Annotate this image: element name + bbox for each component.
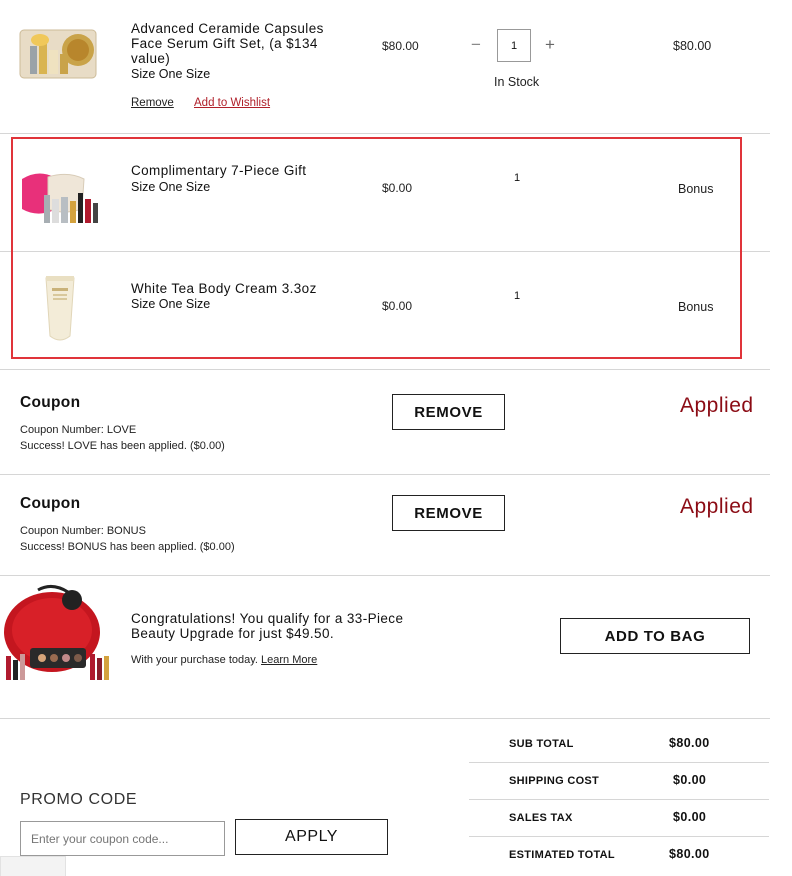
estimated-total-label: ESTIMATED TOTAL [509,849,615,861]
coupon-title: Coupon [20,394,81,411]
shipping-cost-label: SHIPPING COST [509,775,600,787]
add-to-bag-button[interactable]: ADD TO BAG [560,618,750,654]
coupon-block-love: Coupon Coupon Number: LOVE Success! LOVE… [0,370,770,474]
promo-code-label: PROMO CODE [20,791,138,808]
apply-promo-button[interactable]: APPLY [235,819,388,855]
coupon-block-bonus: Coupon Coupon Number: BONUS Success! BON… [0,475,770,575]
promo-code-input[interactable] [20,821,225,856]
summary-divider [469,762,769,763]
sales-tax-label: SALES TAX [509,812,573,824]
bonus-items-highlight [11,137,742,359]
serum-gift-set-image[interactable] [18,24,98,82]
product-name[interactable]: Advanced Ceramide Capsules Face Serum Gi… [131,21,341,66]
divider [0,718,770,719]
decrease-quantity-button[interactable]: − [468,35,484,55]
sales-tax-value: $0.00 [673,810,707,824]
beauty-upgrade-image[interactable] [2,584,114,686]
coupon-number: Coupon Number: LOVE [20,424,137,436]
increase-quantity-button[interactable]: + [542,35,558,55]
remove-coupon-button[interactable]: REMOVE [392,394,505,430]
coupon-success-message: Success! BONUS has been applied. ($0.00) [20,541,235,553]
subtotal-value: $80.00 [669,736,710,750]
quantity-input[interactable]: 1 [497,29,531,62]
coupon-number: Coupon Number: BONUS [20,525,146,537]
subtotal-label: SUB TOTAL [509,738,574,750]
upgrade-headline: Congratulations! You qualify for a 33-Pi… [131,611,404,641]
remove-link[interactable]: Remove [131,97,174,109]
coupon-applied-status: Applied [680,394,754,417]
estimated-total-value: $80.00 [669,847,710,861]
cart-item-serum: Advanced Ceramide Capsules Face Serum Gi… [0,0,770,133]
summary-divider [469,836,769,837]
unit-price: $80.00 [382,39,419,53]
upgrade-subtext-label: With your purchase today. [131,654,258,666]
beauty-upgrade-offer: Congratulations! You qualify for a 33-Pi… [0,576,770,718]
learn-more-link[interactable]: Learn More [261,654,317,666]
shipping-cost-value: $0.00 [673,773,707,787]
item-total: $80.00 [673,39,712,53]
product-size: Size One Size [131,67,211,81]
summary-divider [469,799,769,800]
coupon-title: Coupon [20,495,81,512]
coupon-success-message: Success! LOVE has been applied. ($0.00) [20,440,225,452]
stock-status: In Stock [494,75,540,89]
coupon-applied-status: Applied [680,495,754,518]
upgrade-subtext: With your purchase today. Learn More [131,654,317,666]
page-corner-tab [0,856,66,876]
add-to-wishlist-link[interactable]: Add to Wishlist [194,97,270,109]
remove-coupon-button[interactable]: REMOVE [392,495,505,531]
divider [0,133,770,134]
